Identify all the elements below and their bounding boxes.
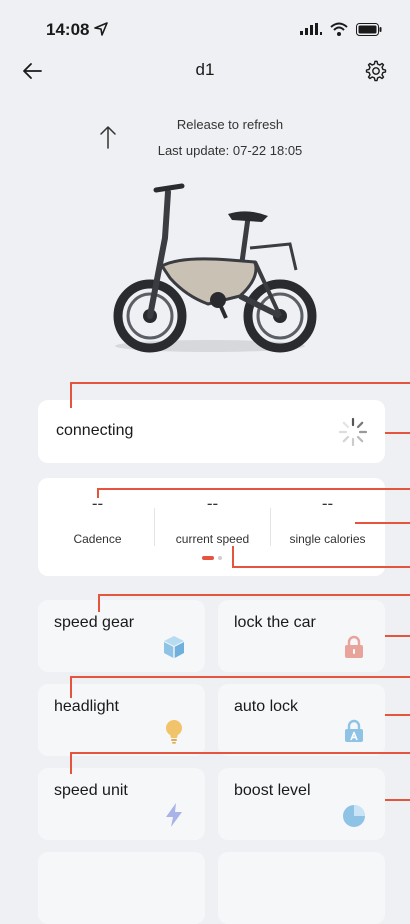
stat-label: current speed [175, 532, 250, 546]
last-update: Last update: 07-22 18:05 [157, 143, 303, 158]
signal-icon [300, 23, 322, 35]
tile-speed-gear[interactable]: speed gear [38, 600, 205, 672]
stat-label: single calories [289, 532, 366, 546]
tile-label: speed unit [54, 782, 128, 799]
tile-auto-lock[interactable]: auto lock [218, 684, 385, 756]
callout-line [385, 635, 410, 637]
callout-line [232, 546, 234, 568]
pie-icon [343, 805, 365, 827]
callout-line [70, 676, 72, 698]
status-icons [300, 22, 382, 36]
ride-stats-card[interactable]: -- Cadence -- current speed -- single ca… [38, 478, 385, 576]
stat-label: Cadence [73, 532, 122, 546]
tile-lock-the-car[interactable]: lock the car [218, 600, 385, 672]
location-arrow-icon [94, 22, 109, 36]
callout-line [98, 594, 100, 612]
tile-label: lock the car [234, 614, 316, 631]
callout-line [70, 676, 410, 678]
loading-spinner-icon [338, 417, 368, 447]
auto-lock-icon [345, 719, 363, 742]
bulb-icon [166, 720, 182, 744]
tile-label: boost level [234, 782, 311, 799]
callout-line [70, 382, 410, 384]
tile-label: headlight [54, 698, 119, 715]
callout-line [97, 488, 99, 498]
callout-line [97, 488, 410, 490]
page-dot-active [201, 556, 214, 560]
callout-line [70, 382, 72, 408]
callout-line [70, 752, 410, 754]
tile-label: speed gear [54, 614, 135, 631]
stat-value: -- [321, 494, 334, 513]
pull-to-refresh: Release to refresh Last update: 07-22 18… [90, 112, 330, 162]
tile-headlight[interactable]: headlight [38, 684, 205, 756]
bike-image [90, 178, 330, 358]
battery-icon [356, 22, 382, 36]
callout-line [385, 799, 410, 801]
stat-value: -- [206, 494, 219, 513]
stat-cadence: -- Cadence [40, 494, 155, 546]
stat-current-speed: -- current speed [155, 494, 270, 546]
page-title: d1 [195, 60, 215, 79]
page-indicator [38, 556, 385, 560]
lock-icon [345, 635, 363, 658]
tile-speed-unit[interactable]: speed unit [38, 768, 205, 840]
refresh-hint: Release to refresh [176, 117, 284, 132]
callout-line [355, 522, 410, 524]
connection-status: connecting [56, 422, 134, 439]
up-arrow-icon [100, 126, 116, 149]
gear-icon [365, 60, 387, 82]
callout-line [70, 752, 72, 774]
bike-illustration [113, 183, 317, 353]
status-time: 14:08 [46, 20, 109, 40]
tile-more-left[interactable] [38, 852, 205, 924]
status-time-text: 14:08 [46, 20, 90, 39]
page-dot [217, 556, 222, 560]
status-bar: 14:08 [0, 0, 410, 56]
callout-line [98, 594, 410, 596]
connection-card[interactable]: connecting [38, 400, 385, 463]
lightning-icon [166, 803, 182, 827]
cube-icon [164, 636, 184, 658]
tile-more-right[interactable] [218, 852, 385, 924]
callout-line [385, 714, 410, 716]
settings-button[interactable] [364, 56, 394, 86]
stat-single-calories: -- single calories [270, 494, 385, 546]
refresh-text: Release to refresh Last update: 07-22 18… [130, 112, 330, 164]
tile-boost-level[interactable]: boost level [218, 768, 385, 840]
nav-bar: d1 [0, 56, 410, 86]
callout-line [385, 432, 410, 434]
tile-label: auto lock [234, 698, 299, 715]
wifi-icon [330, 22, 348, 36]
callout-line [232, 566, 410, 568]
